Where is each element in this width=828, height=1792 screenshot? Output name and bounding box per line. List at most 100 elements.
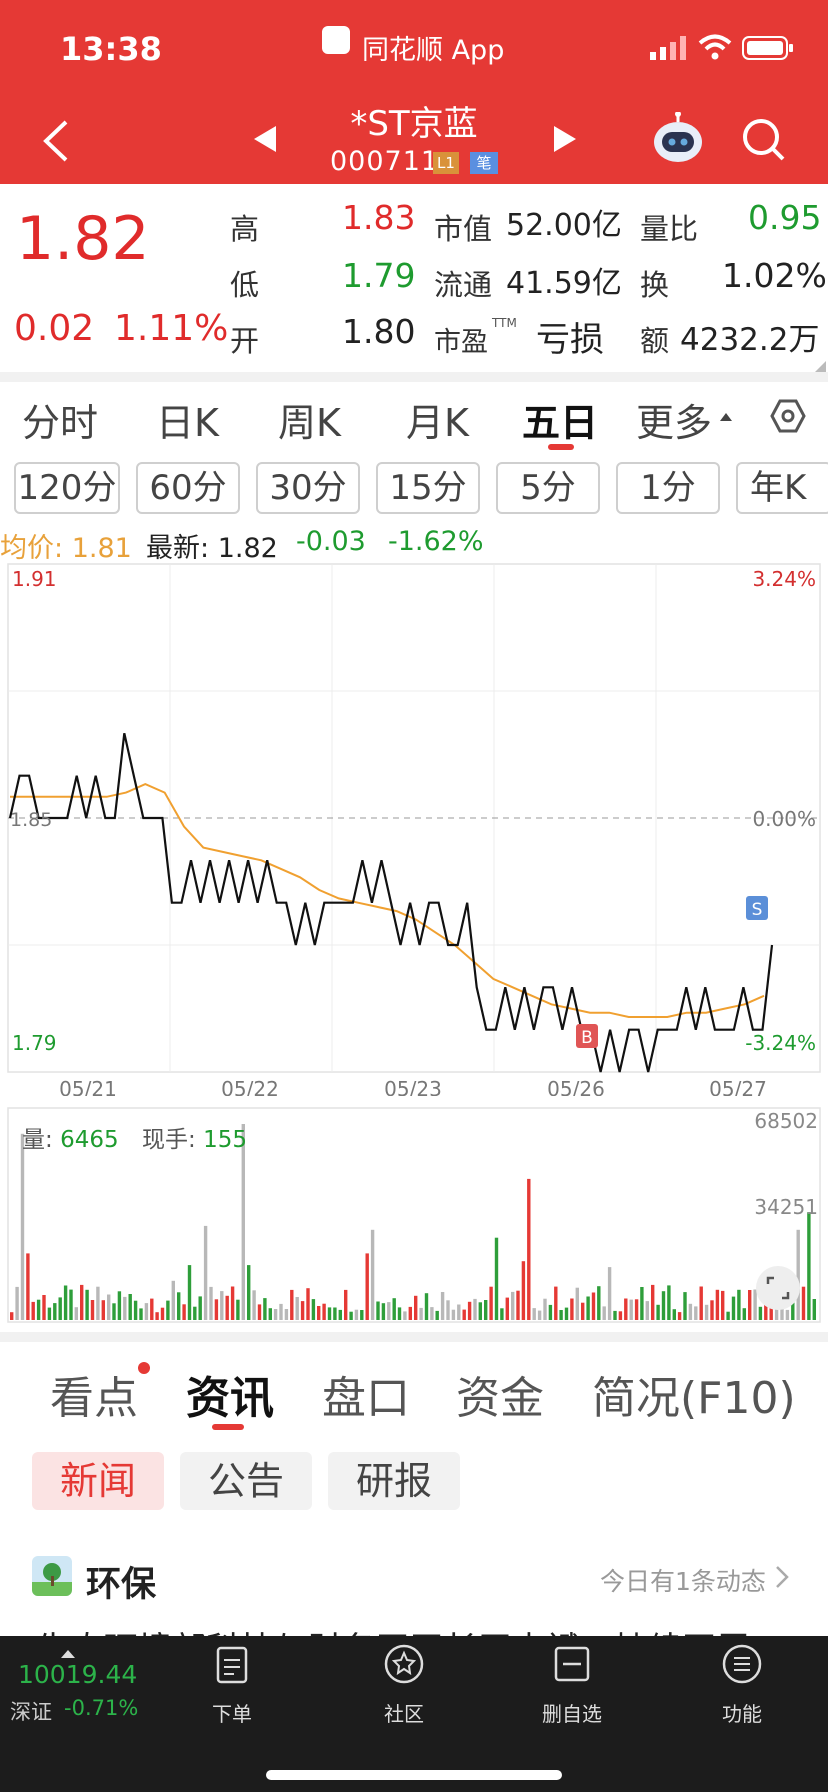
robot-assistant-icon[interactable] <box>652 111 704 164</box>
tab-highlights[interactable]: 看点 <box>50 1362 138 1426</box>
volume-bar <box>225 1295 229 1320</box>
volume-bars <box>10 1124 816 1320</box>
divider <box>0 372 828 382</box>
tab-order-book[interactable]: 盘口 <box>322 1362 410 1426</box>
chevron-right-icon[interactable] <box>774 1564 790 1590</box>
volume-bar <box>694 1306 698 1320</box>
volume-bar <box>527 1178 531 1320</box>
tab-more[interactable]: 更多 <box>636 392 712 447</box>
app-header: 13:38 同花顺 App *ST京蓝 000711 L1 笔 <box>0 0 828 184</box>
volume-bar <box>139 1308 143 1320</box>
fullscreen-icon[interactable] <box>756 1266 800 1310</box>
community-button[interactable] <box>344 1636 464 1700</box>
news-topic-title[interactable]: 环保 <box>86 1556 156 1607</box>
index-value[interactable]: 10019.44 <box>18 1660 137 1689</box>
chip-news[interactable]: 新闻 <box>32 1452 164 1510</box>
volume-bar <box>640 1287 644 1320</box>
period-year-k[interactable]: 年K <box>736 462 828 514</box>
news-more-link[interactable]: 今日有1条动态 <box>600 1562 766 1598</box>
volume-bar <box>521 1261 526 1320</box>
volume-bar <box>182 1304 186 1320</box>
volume-bar <box>387 1302 391 1320</box>
volume-bar <box>634 1299 639 1320</box>
period-15m[interactable]: 15分 <box>376 462 480 514</box>
buy-marker[interactable]: B <box>576 1024 598 1048</box>
bottom-toolbar: 10019.44 深证 -0.71% 下单 社区 删自选 功能 <box>0 1636 828 1792</box>
volume-bar <box>96 1286 100 1320</box>
volume-bar <box>581 1302 585 1320</box>
period-30m[interactable]: 30分 <box>256 462 360 514</box>
tab-weekly-k[interactable]: 周K <box>278 392 341 447</box>
volume-bar <box>575 1287 579 1320</box>
volume-bar <box>279 1303 283 1320</box>
y-min-label: 1.79 <box>12 1031 57 1055</box>
volume-bar <box>155 1312 159 1320</box>
bi-badge: 笔 <box>470 152 498 174</box>
period-120m[interactable]: 120分 <box>14 462 120 514</box>
float-value: 41.59亿 <box>506 266 622 301</box>
volume-chart[interactable]: 68502 34251 <box>0 1100 828 1328</box>
order-button[interactable] <box>172 1636 292 1700</box>
back-icon[interactable] <box>38 118 74 164</box>
chart-settings-icon[interactable] <box>770 398 806 434</box>
index-name: 深证 <box>10 1700 52 1724</box>
volume-bar <box>758 1306 763 1320</box>
volume-bar <box>613 1310 617 1320</box>
volume-bar <box>419 1307 423 1320</box>
high-value: 1.83 <box>342 198 416 237</box>
tab-daily-k[interactable]: 日K <box>156 392 219 447</box>
volume-bar <box>505 1297 509 1320</box>
volume-bar <box>370 1229 375 1320</box>
tab-five-day[interactable]: 五日 <box>522 392 598 447</box>
volume-bar <box>354 1309 359 1320</box>
volume-bar <box>532 1308 536 1320</box>
volume-bar <box>47 1307 52 1320</box>
volume-bar <box>597 1286 601 1320</box>
functions-label: 功能 <box>722 1702 762 1726</box>
price-chart[interactable]: 1.91 1.79 1.85 3.24% 0.00% -3.24% 05/21 … <box>0 556 828 1096</box>
x-tick-label: 05/23 <box>384 1077 442 1096</box>
community-label: 社区 <box>384 1702 424 1726</box>
tab-news[interactable]: 资讯 <box>186 1362 274 1426</box>
volume-bar <box>699 1286 703 1320</box>
divider <box>0 1332 828 1342</box>
period-5m[interactable]: 5分 <box>496 462 600 514</box>
prev-stock-icon[interactable] <box>252 124 278 154</box>
volume-bar <box>812 1299 816 1320</box>
period-1m[interactable]: 1分 <box>616 462 720 514</box>
search-icon[interactable] <box>740 116 786 162</box>
period-60m[interactable]: 60分 <box>136 462 240 514</box>
remove-watchlist-button[interactable] <box>512 1636 632 1700</box>
sell-marker[interactable]: S <box>746 896 768 920</box>
volume-bar <box>203 1225 208 1320</box>
volume-bar <box>704 1304 709 1320</box>
functions-button[interactable] <box>682 1636 802 1700</box>
volume-bar <box>107 1294 111 1320</box>
chip-announcements[interactable]: 公告 <box>180 1452 312 1510</box>
volume-bar <box>101 1300 105 1320</box>
volume-bar <box>397 1307 402 1320</box>
tab-profile[interactable]: 简况(F10) <box>592 1362 796 1426</box>
avg-price-line <box>10 783 765 1018</box>
x-tick-label: 05/26 <box>547 1077 605 1096</box>
expand-corner-icon[interactable] <box>814 358 826 373</box>
volume-bar <box>607 1267 612 1320</box>
volume-bar <box>548 1304 553 1320</box>
battery-icon <box>742 36 794 62</box>
active-tab-indicator <box>212 1424 244 1430</box>
tab-intraday[interactable]: 分时 <box>22 392 98 447</box>
volume-bar <box>42 1295 46 1320</box>
x-tick-label: 05/22 <box>221 1077 279 1096</box>
tab-monthly-k[interactable]: 月K <box>406 392 469 447</box>
volume-bar <box>193 1306 197 1320</box>
chip-research[interactable]: 研报 <box>328 1452 460 1510</box>
next-stock-icon[interactable] <box>552 124 578 154</box>
volume-bar <box>748 1290 752 1320</box>
volume-label: 量: 6465 <box>22 1120 119 1154</box>
float-label: 流通 <box>434 268 493 302</box>
volume-bar <box>737 1289 741 1320</box>
vol-ratio-label: 量比 <box>640 212 699 246</box>
tab-capital[interactable]: 资金 <box>456 1362 544 1426</box>
svg-text:S: S <box>752 900 763 920</box>
x-tick-label: 05/21 <box>59 1077 117 1096</box>
